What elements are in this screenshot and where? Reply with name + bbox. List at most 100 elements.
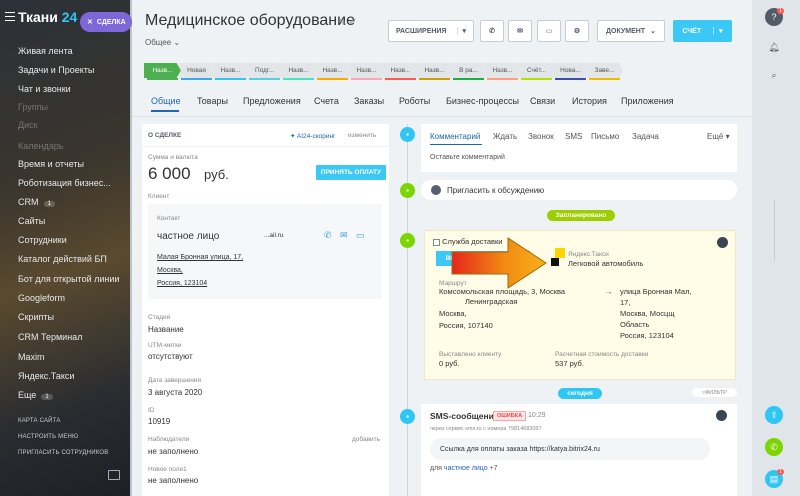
sidebar-item[interactable]: Яндекс.Такси [18, 371, 74, 381]
invoice-button[interactable]: СЧЁТ ▾ [673, 20, 732, 42]
tab-9[interactable]: История [572, 96, 607, 106]
edit-link[interactable]: изменить [348, 132, 376, 139]
sidebar-item[interactable]: Скрипты [18, 312, 54, 322]
contact-name[interactable]: частное лицо [157, 231, 219, 242]
stage-step[interactable]: Счёт... [518, 63, 555, 78]
sidebar-item[interactable]: Бот для открытой линии [18, 274, 119, 284]
phone-icon[interactable]: ✆ [324, 230, 332, 241]
active-tab-underline [151, 110, 179, 112]
sidebar-item[interactable]: Роботизация бизнес... [18, 178, 111, 188]
stage-step[interactable]: Новая [178, 63, 215, 78]
search-icon[interactable]: ⌕ [765, 66, 783, 84]
recipient-contact[interactable]: частное лицо [444, 465, 488, 472]
activity-tab[interactable]: Задача [632, 132, 659, 141]
route-from: Россия, 107140 [439, 321, 493, 330]
stage-step[interactable]: Нова... [552, 63, 589, 78]
phone-button[interactable]: ✆ [480, 20, 504, 42]
pipeline-selector[interactable]: Общее ⌄ [145, 38, 180, 47]
chat-icon[interactable]: ▭ [356, 230, 365, 241]
email-button[interactable]: ✉ [508, 20, 532, 42]
sidebar-item[interactable]: Еще 1 [18, 390, 53, 400]
tab-3[interactable]: Предложения [243, 96, 301, 106]
stage-step[interactable]: Назв... [212, 63, 249, 78]
sitemap-link[interactable]: КАРТА САЙТА [18, 418, 61, 424]
address-line[interactable]: Москва, [157, 267, 183, 274]
tab-1[interactable]: Общие [151, 96, 181, 106]
printer-icon[interactable] [108, 470, 120, 480]
envelope-icon: ✉ [517, 28, 523, 35]
invite-to-discussion[interactable]: Пригласить к обсуждению [421, 180, 737, 200]
document-button[interactable]: ДОКУМЕНТ ⌄ [597, 20, 665, 42]
sidebar-item[interactable]: Диск [18, 120, 38, 130]
sidebar-item[interactable]: Googleform [18, 293, 65, 303]
sidebar-item[interactable]: CRM 1 [18, 197, 55, 207]
sidebar-item[interactable]: Живая лента [18, 46, 73, 56]
stage-step[interactable]: Назв... [484, 63, 521, 78]
stage-step[interactable]: Назв... [144, 63, 181, 78]
tab-5[interactable]: Заказы [354, 96, 384, 106]
bell-icon[interactable]: 🔔︎ [765, 38, 783, 56]
add-observer-link[interactable]: добавить [352, 436, 380, 443]
route-to: Область [620, 320, 650, 329]
activity-tab[interactable]: Звонок [528, 132, 554, 141]
activity-tab[interactable]: Комментарий [430, 132, 480, 141]
phone-icon[interactable]: ✆ [765, 438, 783, 456]
sidebar-item[interactable]: CRM Терминал [18, 332, 82, 342]
menu-icon[interactable] [5, 12, 15, 21]
deal-close-pill[interactable]: ✕ СДЕЛКА [80, 12, 132, 32]
stage-step[interactable]: Назв... [314, 63, 351, 78]
address-line[interactable]: Россия, 123104 [157, 280, 207, 287]
contact-box: Контакт частное лицо ...ail.ru ✆ ✉ ▭ Мал… [148, 204, 382, 299]
tab-10[interactable]: Приложения [621, 96, 674, 106]
tab-8[interactable]: Связи [530, 96, 555, 106]
stage-step[interactable]: Назв... [280, 63, 317, 78]
sidebar-item[interactable]: Календарь [18, 141, 63, 151]
sidebar-item[interactable]: Чат и звонки [18, 84, 71, 94]
activity-tab[interactable]: Письмо [591, 132, 619, 141]
sidebar-item[interactable]: Сотрудники [18, 235, 67, 245]
invite-employees-link[interactable]: ПРИГЛАСИТЬ СОТРУДНИКОВ [18, 450, 108, 456]
recipient-phone: +7 [489, 465, 498, 472]
stage-step[interactable]: Назв... [416, 63, 453, 78]
route-from: Ленинградская [465, 297, 518, 306]
delivery-icon: ▪ [400, 233, 415, 248]
activity-tab[interactable]: Ждать [493, 132, 517, 141]
sidebar-item[interactable]: Maxim [18, 352, 45, 362]
share-icon[interactable]: ⇪ [765, 406, 783, 424]
timeline-line [407, 124, 408, 496]
filter-button[interactable]: ▿ ФИЛЬТР [692, 388, 737, 397]
tab-6[interactable]: Роботы [399, 96, 430, 106]
configure-menu-link[interactable]: НАСТРОИТЬ МЕНЮ [18, 434, 78, 440]
stage-step[interactable]: Назв... [382, 63, 419, 78]
stage-step[interactable]: Назв... [348, 63, 385, 78]
sidebar-item[interactable]: Задачи и Проекты [18, 65, 94, 75]
address-line[interactable]: Малая Бронная улица, 17, [157, 254, 243, 261]
edit-title-icon[interactable]: ✎ ✐ [339, 17, 357, 28]
tab-2[interactable]: Товары [197, 96, 228, 106]
more-tabs-button[interactable]: Ещё ▾ [707, 132, 730, 141]
settings-button[interactable]: ⚙ [565, 20, 589, 42]
logo[interactable]: Ткани 24 [18, 9, 77, 25]
sidebar-item-label: CRM Терминал [18, 332, 83, 342]
tab-7[interactable]: Бизнес-процессы [446, 96, 519, 106]
route-from: Москва, [439, 309, 467, 318]
tab-4[interactable]: Счета [314, 96, 339, 106]
checkbox[interactable] [433, 238, 440, 246]
activity-tab[interactable]: SMS [565, 132, 582, 141]
email-icon[interactable]: ✉ [340, 230, 348, 241]
sidebar-item[interactable]: Каталог действий БП [18, 254, 107, 264]
stage-step[interactable]: Заве... [586, 63, 623, 78]
comment-input[interactable]: Оставьте комментарий [430, 154, 505, 161]
accept-payment-button[interactable]: ПРИНЯТЬ ОПЛАТУ [316, 165, 386, 180]
stage-label: Назв... [152, 67, 173, 74]
stage-step[interactable]: Подг... [246, 63, 283, 78]
sidebar-item[interactable]: Группы [18, 102, 48, 112]
stage-step[interactable]: В ра... [450, 63, 487, 78]
extensions-button[interactable]: РАСШИРЕНИЯ ▾ [388, 20, 474, 42]
sidebar-item[interactable]: Время и отчеты [18, 159, 84, 169]
chat-button[interactable]: ▭ [537, 20, 561, 42]
stage-label: Назв... [220, 67, 241, 74]
sidebar-item[interactable]: Сайты [18, 216, 45, 226]
scoring-link[interactable]: ✦ AI24-скоринг [290, 132, 335, 140]
contact-email[interactable]: ...ail.ru [264, 232, 284, 239]
